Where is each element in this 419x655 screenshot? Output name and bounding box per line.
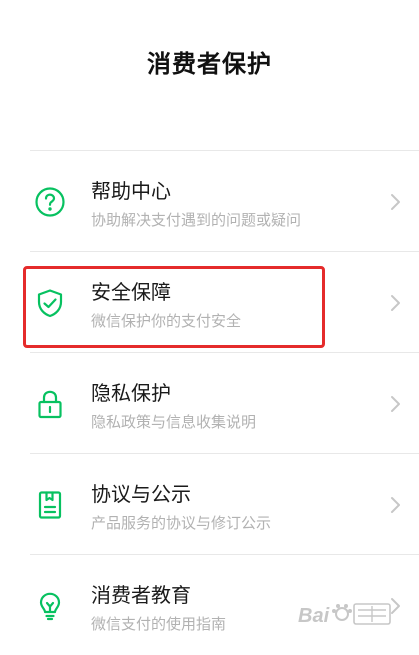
menu-item-title: 隐私保护	[91, 381, 171, 405]
chevron-right-icon	[389, 394, 403, 414]
shield-check-icon	[34, 287, 66, 319]
menu-item-title: 安全保障	[91, 280, 171, 304]
chevron-right-icon	[389, 596, 403, 616]
chevron-right-icon	[389, 192, 403, 212]
menu-item-title: 帮助中心	[91, 179, 171, 203]
menu-item-privacy[interactable]: 隐私保护 隐私政策与信息收集说明	[0, 352, 419, 453]
document-icon	[34, 489, 66, 521]
menu-item-title: 消费者教育	[91, 583, 191, 607]
menu-item-subtitle: 微信支付的使用指南	[91, 615, 227, 633]
menu-item-subtitle: 隐私政策与信息收集说明	[91, 413, 257, 431]
lock-icon	[34, 388, 66, 420]
menu-item-agreements[interactable]: 协议与公示 产品服务的协议与修订公示	[0, 453, 419, 554]
menu-item-subtitle: 微信保护你的支付安全	[91, 312, 242, 330]
menu-item-title: 协议与公示	[91, 482, 191, 506]
menu-item-consumer-education[interactable]: 消费者教育 微信支付的使用指南	[0, 554, 419, 655]
question-circle-icon	[34, 186, 66, 218]
menu-item-subtitle: 协助解决支付遇到的问题或疑问	[91, 211, 302, 229]
menu-list: 帮助中心 协助解决支付遇到的问题或疑问 安全保障 微信保护你的支付安全 隐私保护…	[0, 150, 419, 655]
chevron-right-icon	[389, 495, 403, 515]
chevron-right-icon	[389, 293, 403, 313]
page-title: 消费者保护	[147, 50, 272, 78]
lightbulb-icon	[34, 590, 66, 622]
menu-item-subtitle: 产品服务的协议与修订公示	[91, 514, 272, 532]
menu-item-help-center[interactable]: 帮助中心 协助解决支付遇到的问题或疑问	[0, 150, 419, 251]
menu-item-security[interactable]: 安全保障 微信保护你的支付安全	[0, 251, 419, 352]
